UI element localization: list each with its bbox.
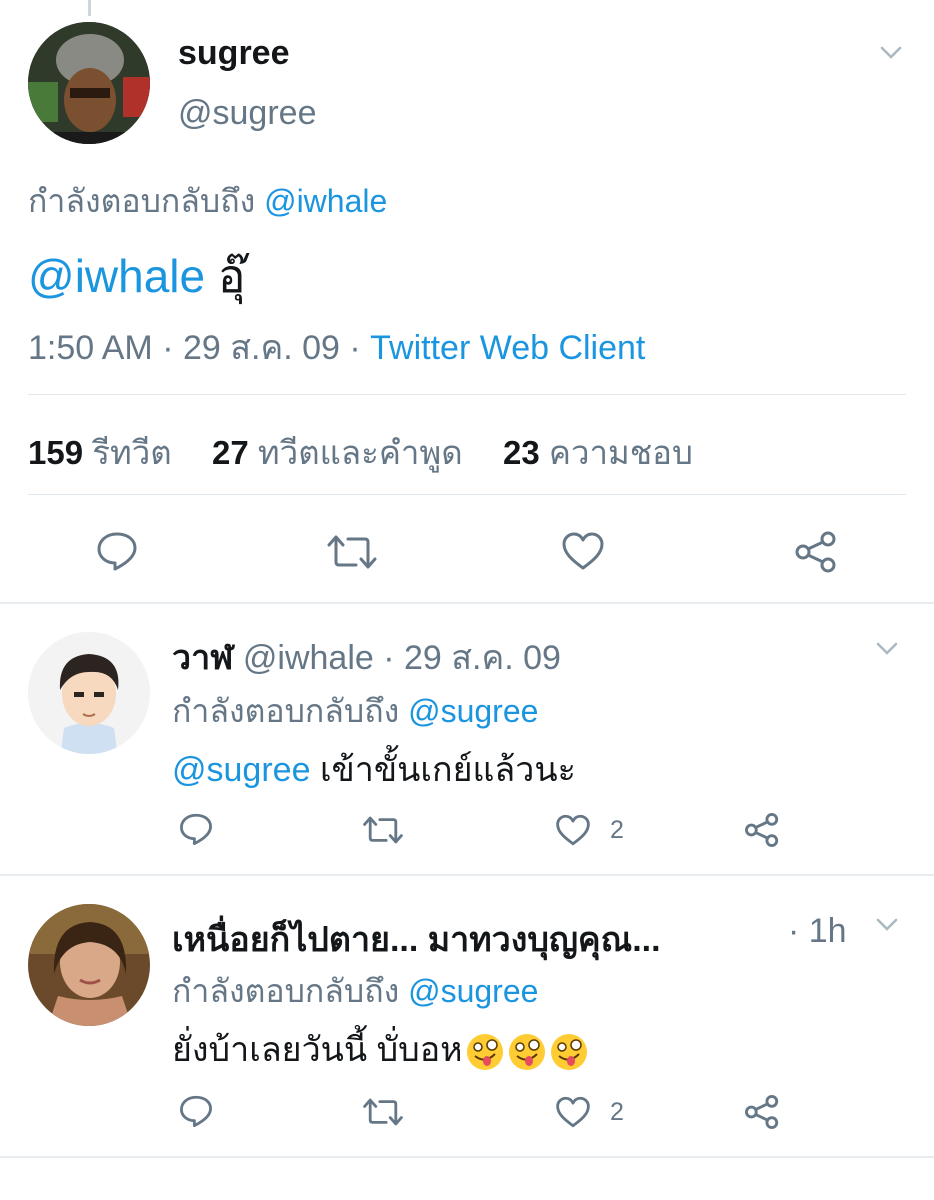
client-link[interactable]: Twitter Web Client: [370, 329, 645, 367]
replying-prefix: กำลังตอบกลับถึง: [172, 693, 400, 729]
like-count: 2: [610, 1098, 624, 1126]
handle[interactable]: @sugree: [178, 94, 316, 133]
reply-text: @sugree เข้าขั้นเกย์แล้วนะ: [172, 742, 576, 796]
reply-body: เข้าขั้นเกย์แล้วนะ: [319, 751, 576, 789]
reply-replying-to: กำลังตอบกลับถึง @sugree: [172, 686, 538, 737]
replying-handle-link[interactable]: @sugree: [408, 973, 538, 1009]
retweets-stat[interactable]: 159 รีทวีต: [28, 434, 172, 471]
quotes-label: ทวีตและคำพูด: [257, 434, 463, 471]
retweet-icon[interactable]: [326, 532, 378, 572]
reply-meta[interactable]: · 29 ส.ค. 09: [383, 639, 561, 677]
display-name[interactable]: sugree: [178, 34, 290, 73]
chevron-down-icon[interactable]: [876, 642, 898, 656]
reply-header: วาฬ @iwhale · 29 ส.ค. 09: [172, 630, 561, 684]
tweet-time[interactable]: 1:50 AM: [28, 329, 153, 367]
reply-text: ยั่งบ้าเลยวันนี้ บั่บอห: [172, 1022, 589, 1076]
share-icon[interactable]: [744, 1094, 780, 1130]
reply-display-name[interactable]: วาฬ: [172, 639, 233, 677]
tweet-stats: 159 รีทวีต 27 ทวีตและคำพูด 23 ความชอบ: [28, 426, 693, 479]
reply-body: ยั่งบ้าเลยวันนี้ บั่บอห: [172, 1031, 463, 1069]
reply-display-name[interactable]: เหนื่อยก็ไปตาย... มาทวงบุญคุณ...: [172, 912, 661, 966]
reply-icon[interactable]: [178, 1094, 214, 1128]
reply-icon[interactable]: [95, 530, 139, 572]
tweet-text: @iwhale อุ๊: [28, 240, 246, 313]
meta-dot-1: ·: [162, 329, 174, 367]
likes-label: ความชอบ: [548, 434, 693, 471]
like-count: 2: [610, 816, 624, 844]
tweet-meta: 1:50 AM · 29 ส.ค. 09 · Twitter Web Clien…: [28, 320, 645, 374]
replying-to: กำลังตอบกลับถึง @iwhale: [28, 176, 387, 227]
section-divider: [0, 874, 934, 876]
retweets-count: 159: [28, 434, 84, 471]
quotes-stat[interactable]: 27 ทวีตและคำพูด: [212, 434, 463, 471]
quotes-count: 27: [212, 434, 249, 471]
share-icon[interactable]: [794, 530, 838, 574]
tweet-body: อุ๊: [217, 250, 246, 302]
likes-stat[interactable]: 23 ความชอบ: [503, 434, 693, 471]
likes-count: 23: [503, 434, 540, 471]
mention-link[interactable]: @sugree: [172, 751, 310, 789]
reply-meta[interactable]: · 1h: [788, 912, 847, 951]
retweet-icon[interactable]: [362, 814, 404, 846]
zany-face-emoji: [507, 1032, 547, 1072]
meta-dot-2: ·: [349, 329, 361, 367]
chevron-down-icon[interactable]: [880, 46, 902, 60]
replying-prefix: กำลังตอบกลับถึง: [28, 183, 256, 219]
section-divider: [0, 602, 934, 604]
chevron-down-icon[interactable]: [876, 918, 898, 932]
like-icon[interactable]: [554, 1095, 592, 1129]
zany-face-emoji: [465, 1032, 505, 1072]
retweets-label: รีทวีต: [92, 434, 172, 471]
avatar-user[interactable]: [28, 904, 150, 1026]
section-divider: [0, 1156, 934, 1158]
reply-handle[interactable]: @iwhale: [243, 639, 374, 677]
replying-handle-link[interactable]: @sugree: [408, 693, 538, 729]
top-thread-line: [88, 0, 91, 16]
mention-link[interactable]: @iwhale: [28, 250, 205, 302]
avatar-sugree[interactable]: [28, 22, 150, 144]
tweet-date[interactable]: 29 ส.ค. 09: [183, 329, 340, 367]
retweet-icon[interactable]: [362, 1096, 404, 1128]
reply-replying-to: กำลังตอบกลับถึง @sugree: [172, 966, 538, 1017]
zany-face-emoji: [549, 1032, 589, 1072]
replying-prefix: กำลังตอบกลับถึง: [172, 973, 400, 1009]
reply-icon[interactable]: [178, 812, 214, 846]
like-icon[interactable]: [560, 530, 606, 572]
avatar-iwhale[interactable]: [28, 632, 150, 754]
like-icon[interactable]: [554, 813, 592, 847]
divider: [28, 394, 906, 395]
share-icon[interactable]: [744, 812, 780, 848]
divider: [28, 494, 906, 495]
replying-handle-link[interactable]: @iwhale: [264, 183, 387, 219]
